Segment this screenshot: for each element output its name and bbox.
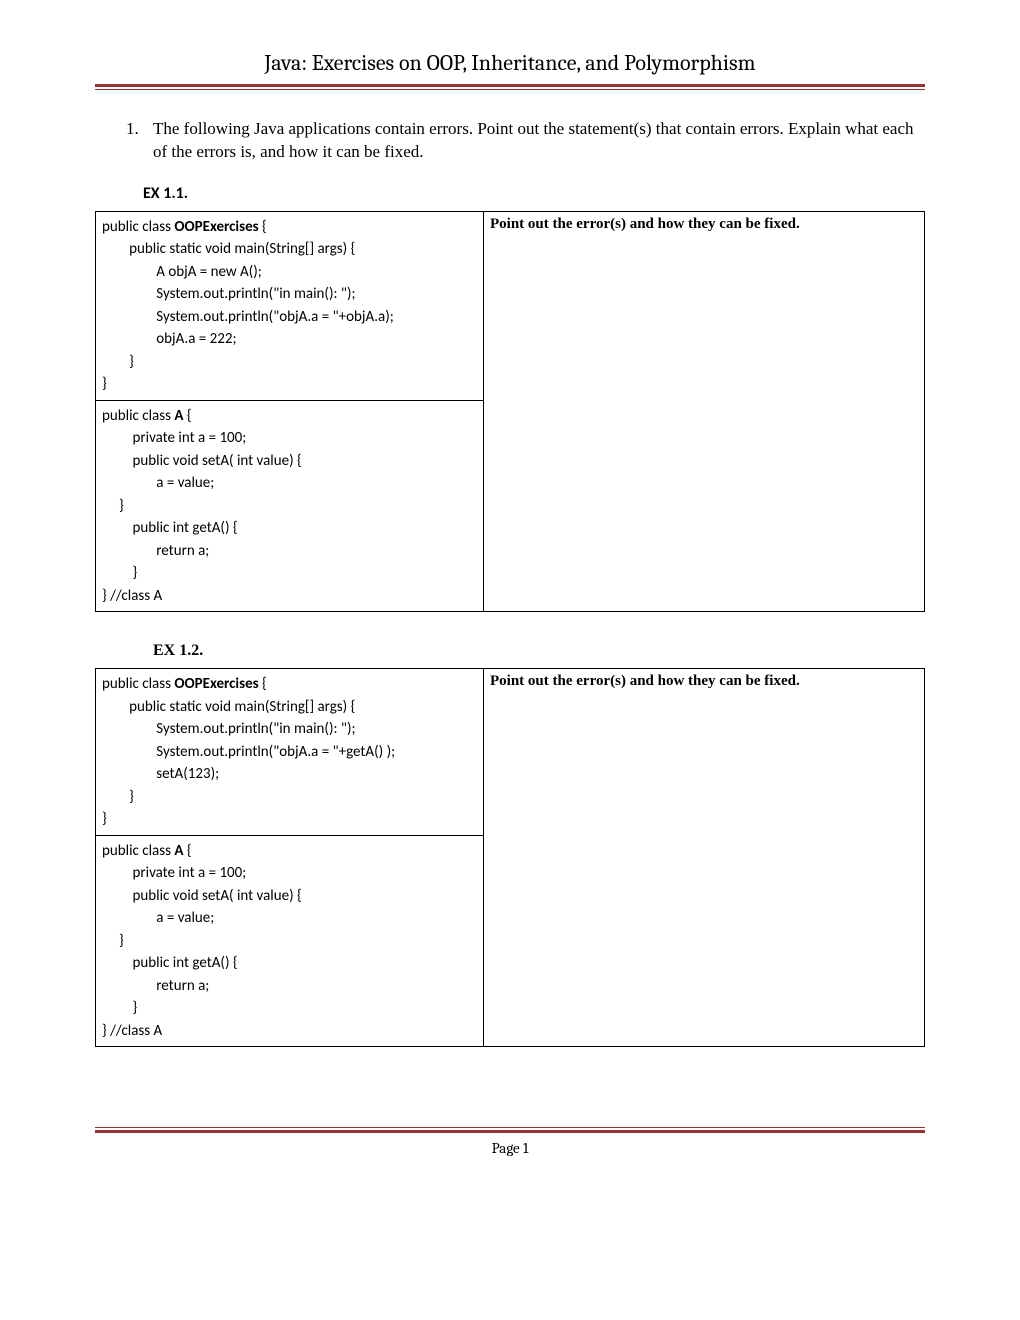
footer-rule <box>95 1127 925 1133</box>
code-text: public class <box>102 407 174 425</box>
code-text: public class <box>102 218 174 236</box>
code-text: { private int a = 100; public void setA(… <box>102 407 302 605</box>
footer-number: 1 <box>523 1139 528 1157</box>
answer-cell: Point out the error(s) and how they can … <box>484 211 925 612</box>
code-text: { private int a = 100; public void setA(… <box>102 842 302 1040</box>
code-cell-lower: public class A { private int a = 100; pu… <box>96 400 484 612</box>
code-class-name: OOPExercises <box>174 675 258 693</box>
exercise-table-1-1: public class OOPExercises { public stati… <box>95 211 925 613</box>
answer-cell: Point out the error(s) and how they can … <box>484 669 925 1047</box>
code-text: { public static void main(String[] args)… <box>102 675 395 828</box>
page-number: Page 1 <box>95 1139 925 1157</box>
code-cell-upper: public class OOPExercises { public stati… <box>96 669 484 836</box>
header-rule <box>95 84 925 90</box>
footer-label: Page <box>492 1139 523 1157</box>
code-class-name: OOPExercises <box>174 218 258 236</box>
exercise-label-1-2: EX 1.2. <box>153 642 925 660</box>
question-list: The following Java applications contain … <box>95 118 925 164</box>
page-title: Java: Exercises on OOP, Inheritance, and… <box>95 50 925 84</box>
code-text: { public static void main(String[] args)… <box>102 218 394 394</box>
code-cell-upper: public class OOPExercises { public stati… <box>96 211 484 400</box>
question-text: The following Java applications contain … <box>153 119 914 161</box>
code-text: public class <box>102 675 174 693</box>
exercise-label-1-1: EX 1.1. <box>143 184 925 203</box>
table-row: public class OOPExercises { public stati… <box>96 211 925 400</box>
code-cell-lower: public class A { private int a = 100; pu… <box>96 835 484 1047</box>
table-row: public class OOPExercises { public stati… <box>96 669 925 836</box>
code-text: public class <box>102 842 174 860</box>
exercise-table-1-2: public class OOPExercises { public stati… <box>95 668 925 1047</box>
question-item: The following Java applications contain … <box>143 118 925 164</box>
